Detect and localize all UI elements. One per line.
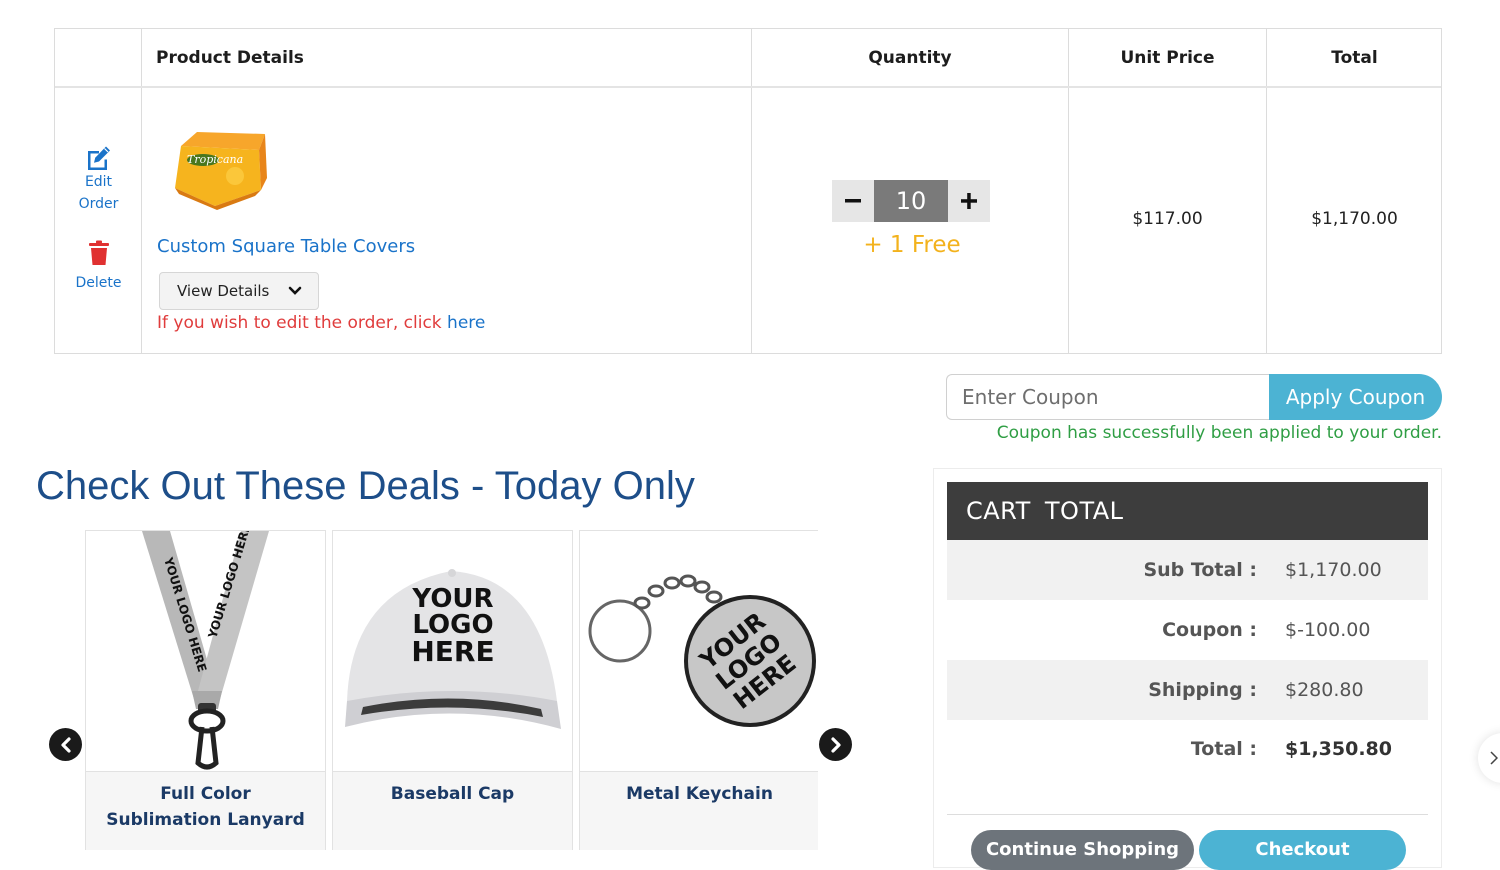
edit-note-text: If you wish to edit the order, click [157, 313, 448, 333]
free-item-note: + 1 Free [863, 232, 961, 258]
product-thumbnail[interactable]: Tropicana [175, 130, 269, 210]
deal-card[interactable]: YOUR LOGO HERE Baseball Cap [332, 530, 573, 850]
edit-label: Edit [84, 174, 113, 190]
quantity-input[interactable]: 10 [874, 180, 948, 222]
quantity-stepper: 10 [832, 180, 990, 222]
svg-text:Tropicana: Tropicana [187, 153, 243, 166]
edit-order-note: If you wish to edit the order, click her… [157, 313, 485, 333]
subtotal-row: Sub Total : $1,170.00 [947, 540, 1428, 600]
metal-keychain-image: YOUR LOGO HERE [588, 574, 816, 727]
edit-icon [87, 146, 110, 170]
header-product-details: Product Details [156, 47, 304, 68]
checkout-button[interactable]: Checkout [1199, 830, 1406, 870]
shipping-row: Shipping : $280.80 [947, 660, 1428, 720]
grand-total-value: $1,350.80 [1285, 738, 1392, 760]
unit-price: $117.00 [1132, 209, 1203, 229]
edit-here-link[interactable]: here [447, 313, 485, 333]
chevron-down-icon [288, 286, 302, 295]
deals-heading: Check Out These Deals - Today Only [36, 464, 695, 508]
trash-icon [88, 240, 109, 265]
chevron-right-icon [1490, 751, 1498, 765]
grand-total-row: Total : $1,350.80 [947, 719, 1428, 779]
deal-name-line: Metal Keychain [626, 784, 773, 804]
continue-shopping-button[interactable]: Continue Shopping [971, 830, 1194, 870]
deal-name[interactable]: Metal Keychain [580, 771, 818, 850]
order-label: Order [78, 196, 119, 212]
edit-order-button[interactable]: Edit Order [55, 145, 142, 215]
view-details-label: View Details [177, 282, 270, 300]
cart-total-title: CART TOTAL [947, 482, 1428, 540]
side-panel-toggle[interactable] [1478, 733, 1500, 783]
coupon-label: Coupon : [1162, 619, 1257, 641]
shipping-label: Shipping : [1148, 679, 1257, 701]
decrement-button[interactable] [832, 180, 874, 222]
cart-table: Product Details Quantity Unit Price Tota… [54, 28, 1442, 354]
grand-total-label: Total : [1190, 738, 1257, 760]
coupon-value: $-100.00 [1285, 619, 1371, 641]
baseball-cap-image: YOUR LOGO HERE [345, 569, 561, 729]
carousel-prev-button[interactable] [49, 728, 82, 761]
total-divider [947, 814, 1428, 815]
minus-icon [845, 199, 861, 203]
deal-name-line: Full Color [160, 784, 251, 804]
lanyard-image: YOUR LOGO HERE YOUR LOGO HERE [142, 531, 269, 770]
subtotal-label: Sub Total : [1143, 559, 1257, 581]
deals-carousel: YOUR LOGO HERE YOUR LOGO HERE Full Color… [84, 530, 818, 850]
deal-card[interactable]: YOUR LOGO HERE Metal Keychain [579, 530, 818, 850]
view-details-dropdown[interactable]: View Details [159, 272, 319, 310]
cart-total-panel: CART TOTAL Sub Total : $1,170.00 Coupon … [933, 468, 1442, 870]
coupon-row: Coupon : $-100.00 [947, 600, 1428, 660]
delete-label: Delete [75, 275, 122, 291]
plus-icon [961, 193, 977, 209]
cap-logo-line: HERE [411, 635, 494, 668]
chevron-left-icon [60, 736, 71, 753]
deal-card[interactable]: YOUR LOGO HERE YOUR LOGO HERE Full Color… [85, 530, 326, 850]
line-total: $1,170.00 [1311, 209, 1398, 229]
header-total: Total [1331, 47, 1378, 68]
deal-name[interactable]: Full Color Sublimation Lanyard [86, 771, 325, 850]
apply-coupon-button[interactable]: Apply Coupon [1269, 374, 1442, 420]
deal-name-line: Baseball Cap [390, 784, 515, 804]
deal-name[interactable]: Baseball Cap [333, 771, 572, 850]
shipping-value: $280.80 [1285, 679, 1364, 701]
increment-button[interactable] [948, 180, 990, 222]
carousel-next-button[interactable] [819, 728, 852, 761]
coupon-success-message: Coupon has successfully been applied to … [996, 423, 1442, 443]
header-unit-price: Unit Price [1120, 47, 1215, 68]
header-quantity: Quantity [868, 47, 952, 68]
coupon-input[interactable] [946, 374, 1270, 420]
deal-name-line: Sublimation Lanyard [106, 810, 305, 830]
product-name-link[interactable]: Custom Square Table Covers [157, 236, 415, 257]
chevron-right-icon [830, 736, 841, 753]
subtotal-value: $1,170.00 [1285, 559, 1382, 581]
delete-button[interactable]: Delete [55, 240, 142, 294]
header-divider [55, 86, 1441, 88]
